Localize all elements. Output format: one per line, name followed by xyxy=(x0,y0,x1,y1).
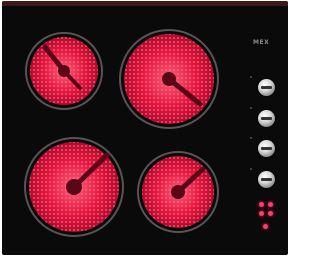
knob-marker xyxy=(250,168,252,170)
control-knob-3[interactable] xyxy=(258,140,275,157)
indicator-led xyxy=(268,211,273,216)
indicator-led xyxy=(259,211,264,216)
knob-marker xyxy=(250,107,252,109)
knob-marker xyxy=(250,137,252,139)
front-right-zone xyxy=(137,151,219,233)
back-left-zone xyxy=(25,32,103,110)
indicator-led xyxy=(263,224,268,229)
indicator-led xyxy=(259,202,264,207)
indicator-led xyxy=(268,202,273,207)
front-left-zone xyxy=(24,137,124,237)
knob-marker xyxy=(250,76,252,78)
control-knob-4[interactable] xyxy=(258,171,275,188)
control-knob-1[interactable] xyxy=(258,79,275,96)
back-right-zone xyxy=(119,29,219,129)
control-knob-2[interactable] xyxy=(258,110,275,127)
cooking-zones xyxy=(24,29,219,237)
